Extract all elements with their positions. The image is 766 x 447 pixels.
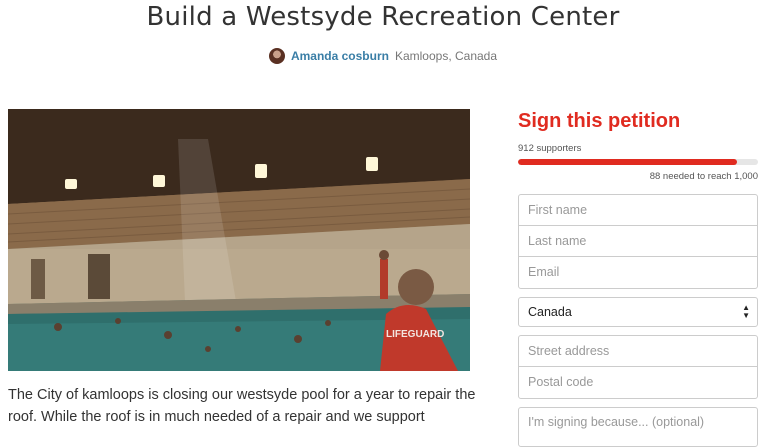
needed-to-goal: 88 needed to reach 1,000: [649, 171, 758, 182]
select-arrows-icon: ▲ ▼: [742, 303, 750, 320]
author-info: Amanda cosburn Kamloops, Canada: [0, 48, 766, 64]
email-field[interactable]: Email: [519, 257, 757, 288]
sign-heading: Sign this petition: [518, 110, 681, 132]
page-title: Build a Westsyde Recreation Center: [146, 2, 620, 32]
address-fields: Street address Postal code: [518, 335, 758, 399]
avatar[interactable]: [268, 48, 285, 64]
pool-scene-illustration: LIFEGUARD: [8, 109, 470, 371]
country-select[interactable]: Canada ▲ ▼: [518, 297, 758, 327]
street-address-field[interactable]: Street address: [519, 336, 757, 367]
name-email-fields: First name Last name Email: [518, 194, 758, 289]
petition-photo: LIFEGUARD: [8, 109, 470, 371]
postal-code-field[interactable]: Postal code: [519, 367, 757, 398]
author-name-link[interactable]: Amanda cosburn: [291, 49, 389, 63]
supporters-progress-bar: [518, 159, 758, 165]
petition-sign-panel: Sign this petition 912 supporters 88 nee…: [518, 110, 758, 447]
author-location: Kamloops, Canada: [394, 49, 498, 63]
petition-description: The City of kamloops is closing our west…: [8, 387, 476, 425]
progress-fill: [518, 159, 737, 165]
reason-textarea[interactable]: I'm signing because... (optional): [518, 407, 758, 447]
first-name-field[interactable]: First name: [519, 195, 757, 226]
svg-text:LIFEGUARD: LIFEGUARD: [386, 329, 444, 340]
country-value: Canada: [528, 305, 572, 319]
supporters-count: 912 supporters: [518, 143, 582, 154]
last-name-field[interactable]: Last name: [519, 226, 757, 257]
